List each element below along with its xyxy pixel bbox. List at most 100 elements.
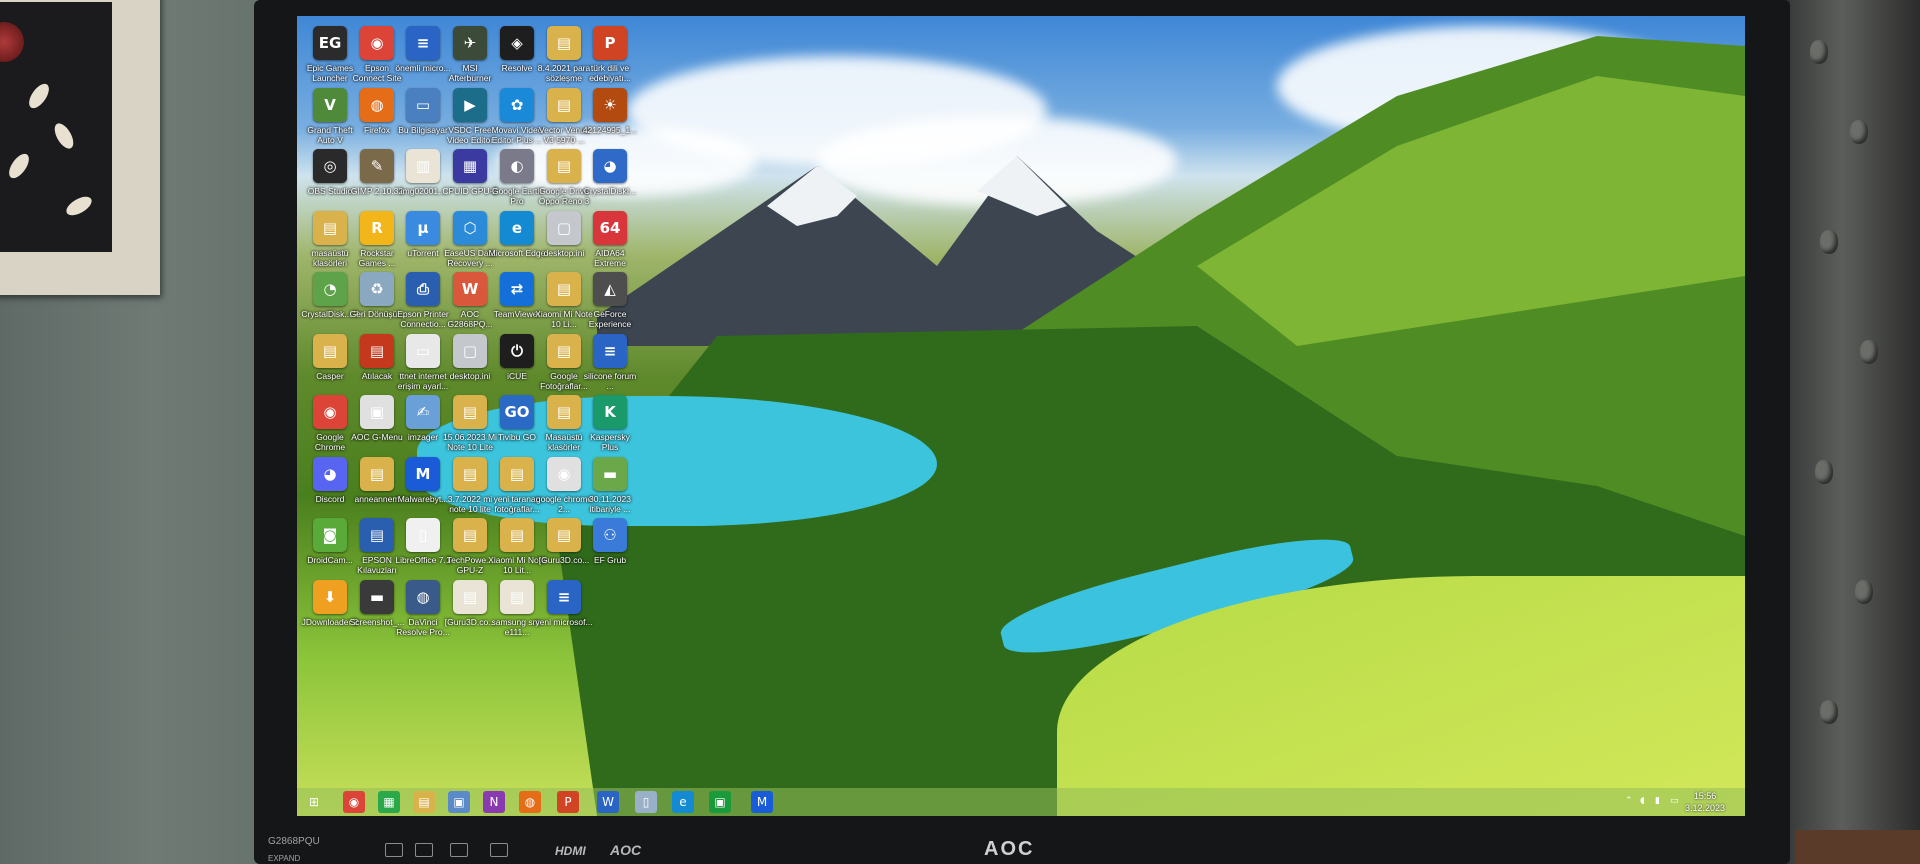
taskbar-firefox[interactable]: ◍ bbox=[519, 791, 541, 813]
app-icon: ✈ bbox=[453, 26, 487, 60]
app-icon: ◍ bbox=[360, 87, 394, 122]
taskbar-notepad[interactable]: ▯ bbox=[635, 791, 657, 813]
taskbar-chrome[interactable]: ◉ bbox=[343, 791, 365, 813]
taskbar-powerpoint[interactable]: P bbox=[557, 791, 579, 813]
wall-texture bbox=[1820, 700, 1838, 724]
taskbar-explorer[interactable]: ▤ bbox=[413, 791, 435, 813]
app-icon: ◙ bbox=[313, 518, 347, 552]
app-icon: M bbox=[406, 456, 440, 491]
app-icon: ▭ bbox=[406, 333, 440, 368]
app-icon: ✿ bbox=[500, 87, 534, 122]
painting-canvas bbox=[0, 2, 112, 252]
app-icon: ◭ bbox=[593, 272, 627, 306]
desktop-icon[interactable]: ≡ yeni microsof... bbox=[535, 579, 593, 646]
clock-time: 15:56 bbox=[1693, 791, 1717, 801]
taskbar-xbox[interactable]: ▣ bbox=[709, 791, 731, 813]
folder-icon: ▤ bbox=[418, 795, 430, 809]
app-icon: ▶ bbox=[453, 87, 487, 122]
app-icon: ▤ bbox=[453, 456, 487, 491]
wall-texture bbox=[1855, 580, 1873, 604]
app-icon: ♻ bbox=[360, 272, 394, 306]
desk-edge bbox=[1795, 830, 1920, 864]
store-icon: ▦ bbox=[383, 795, 395, 809]
taskbar-onenote[interactable]: N bbox=[483, 791, 505, 813]
app-icon: K bbox=[593, 395, 627, 429]
painting-leaf bbox=[63, 192, 95, 220]
app-icon: ▣ bbox=[360, 395, 394, 429]
desktop-icon[interactable]: 64 AIDA64 Extreme bbox=[581, 210, 639, 277]
desktop-icon[interactable]: Ptürk dili ve edebiyatı... bbox=[581, 26, 639, 92]
app-icon: W bbox=[453, 272, 487, 306]
app-icon: ▬ bbox=[360, 579, 394, 614]
chevron-up-icon[interactable]: ⌃ bbox=[1625, 796, 1635, 806]
desktop-icon[interactable]: ◭ GeForce Experience bbox=[581, 272, 639, 338]
app-icon: ▤ bbox=[453, 395, 487, 429]
app-icon: ⬇ bbox=[313, 579, 347, 614]
app-icon: V bbox=[313, 87, 347, 122]
app-icon: ◎ bbox=[313, 149, 347, 183]
app-icon: ▤ bbox=[547, 26, 581, 60]
system-clock[interactable]: 15:56 3.12.2023 bbox=[1685, 790, 1725, 814]
desktop-icon[interactable]: ☀ 42124995_1... bbox=[581, 87, 639, 154]
aoc-small-logo: AOC bbox=[610, 842, 642, 858]
app-icon: ◕ bbox=[593, 149, 627, 183]
taskbar-word[interactable]: W bbox=[597, 791, 619, 813]
desktop-icon-label: Kaspersky Plus bbox=[590, 432, 630, 452]
app-icon: ▤ bbox=[453, 518, 487, 552]
app-icon: 64 bbox=[593, 210, 627, 245]
start-button[interactable]: ⊞ bbox=[303, 791, 325, 813]
app-icon: ▤ bbox=[547, 272, 581, 306]
app-icon: ⚇ bbox=[593, 518, 627, 552]
malwarebytes-icon: M bbox=[756, 795, 768, 809]
app-icon: ▤ bbox=[547, 395, 581, 429]
app-icon: ◍ bbox=[406, 579, 440, 614]
app-icon: ▢ bbox=[453, 333, 487, 368]
desktop-icon[interactable]: ≡ silicone forum ... bbox=[581, 333, 639, 400]
monitor-model-sub: EXPAND bbox=[268, 854, 301, 863]
app-icon: e bbox=[500, 210, 534, 245]
app-icon: ◉ bbox=[360, 26, 394, 60]
desktop-icon[interactable]: ▬ 30.11.2023 itibariyle ... bbox=[581, 456, 639, 523]
app-icon: ⏻ bbox=[500, 333, 534, 368]
app-icon: ◔ bbox=[313, 272, 347, 306]
desktop-icon[interactable]: ◕ CrystalDiskI... bbox=[581, 149, 639, 215]
taskbar: ⊞ ◉ ▦ ▤ ▣ N ◍ P W ▯ e ▣ M ⌃ ◖ ▮ ▭ 15:56 3.12.2023 bbox=[297, 788, 1745, 816]
painting-flower bbox=[0, 22, 24, 62]
desktop-icon[interactable]: K Kaspersky Plus bbox=[581, 395, 639, 461]
network-icon[interactable]: ▮ bbox=[1655, 796, 1665, 806]
wall-texture bbox=[1815, 460, 1833, 484]
app-icon: P bbox=[593, 26, 627, 60]
app-icon: ⇄ bbox=[500, 272, 534, 306]
desktop-icon[interactable]: ⚇ EF Grub bbox=[581, 518, 639, 584]
app-icon: ⬡ bbox=[453, 210, 487, 245]
app-icon: ▬ bbox=[593, 456, 627, 491]
powerpoint-icon: P bbox=[564, 795, 572, 809]
textured-wall bbox=[1790, 0, 1920, 864]
desktop-icon-label: EF Grub bbox=[593, 555, 627, 565]
app-icon: ☀ bbox=[593, 87, 627, 122]
app-icon: ▥ bbox=[406, 149, 440, 183]
taskbar-network[interactable]: ▣ bbox=[448, 791, 470, 813]
app-icon: ▭ bbox=[406, 87, 440, 122]
app-icon: ▯ bbox=[406, 518, 440, 552]
app-icon: ◉ bbox=[547, 456, 581, 491]
app-icon: GO bbox=[500, 395, 534, 429]
speaker-icon[interactable]: ◖ bbox=[1640, 796, 1650, 806]
app-icon: ◐ bbox=[500, 149, 534, 183]
taskbar-edge[interactable]: e bbox=[672, 791, 694, 813]
monitor-badge bbox=[450, 843, 468, 857]
desktop-icon-label: 42124995_1... bbox=[582, 124, 638, 135]
painting-leaf bbox=[50, 120, 78, 152]
app-icon: ◕ bbox=[313, 456, 347, 491]
app-icon: ▤ bbox=[547, 518, 581, 552]
keyboard-icon[interactable]: ▭ bbox=[1670, 796, 1680, 806]
taskbar-malwarebytes[interactable]: M bbox=[751, 791, 773, 813]
wall-texture bbox=[1810, 40, 1828, 64]
xbox-icon: ▣ bbox=[714, 795, 726, 809]
app-icon: ✍ bbox=[406, 395, 440, 429]
monitor-model-label: G2868PQU bbox=[268, 836, 320, 847]
wall-painting bbox=[0, 0, 160, 295]
monitor-brand-logo: AOC bbox=[984, 838, 1035, 860]
taskbar-store[interactable]: ▦ bbox=[378, 791, 400, 813]
app-icon: ▤ bbox=[500, 456, 534, 491]
